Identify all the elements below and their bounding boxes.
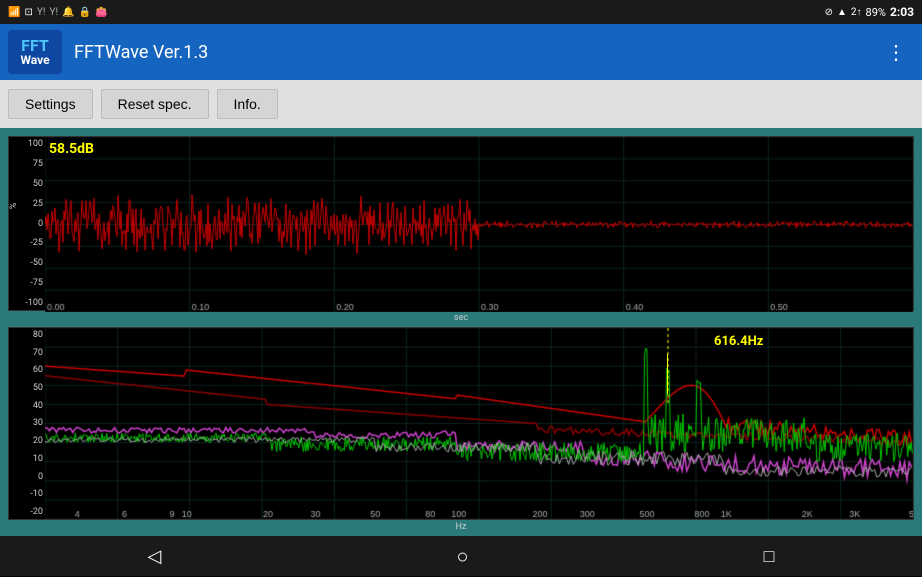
spec-y-60: 60: [33, 365, 43, 375]
wave-y-100: 100: [28, 139, 43, 149]
spec-freq-label: 616.4Hz: [714, 334, 763, 349]
menu-icon[interactable]: ⋮: [878, 32, 914, 72]
settings-button[interactable]: Settings: [8, 89, 93, 119]
signal-icon: ▲: [837, 7, 847, 18]
app-title: FFTWave Ver.1.3: [74, 42, 878, 63]
app-bar: FFT Wave FFTWave Ver.1.3 ⋮: [0, 24, 922, 80]
wave-y-n75: -75: [30, 278, 43, 288]
wave-y-axis-label: %: [9, 203, 19, 210]
spec-y-n10: -10: [30, 489, 43, 499]
wave-y-n25: -25: [30, 238, 43, 248]
spec-y-40: 40: [33, 401, 43, 411]
recent-button[interactable]: □: [724, 538, 815, 575]
spec-y-0: 0: [38, 472, 43, 482]
time-text: 2:03: [890, 5, 914, 19]
spec-x-axis-label: Hz: [4, 522, 918, 532]
charts-area: 100 75 50 25 0 -25 -50 -75 -100 % 58.5dB…: [0, 128, 922, 536]
wave-y-n100: -100: [25, 298, 43, 308]
spec-y-20: 20: [33, 436, 43, 446]
wave-y-75: 75: [33, 159, 43, 169]
back-button[interactable]: ◁: [108, 538, 202, 575]
spec-y-80: 80: [33, 330, 43, 340]
logo-wave: Wave: [20, 54, 49, 66]
app-icon3: 🔔: [62, 7, 74, 18]
status-icons-left: 📶 ⊡ Y! Y! 🔔 🔒 👛: [8, 7, 107, 18]
lte-icon: 2↑: [851, 7, 862, 18]
home-button[interactable]: ○: [416, 536, 508, 577]
app-icon2: Y!: [49, 7, 58, 18]
nav-bar: ◁ ○ □: [0, 536, 922, 576]
spec-y-70: 70: [33, 348, 43, 358]
wifi-icon: ⊡: [24, 7, 32, 18]
wave-y-0: 0: [38, 219, 43, 229]
battery-text: 89%: [866, 6, 886, 19]
toolbar: Settings Reset spec. Info.: [0, 80, 922, 128]
status-icons-right: ⊘ ▲ 2↑ 89% 2:03: [825, 5, 914, 19]
reset-spec-button[interactable]: Reset spec.: [101, 89, 209, 119]
wave-y-25: 25: [33, 199, 43, 209]
wave-chart: 100 75 50 25 0 -25 -50 -75 -100 % 58.5dB: [8, 136, 914, 311]
spec-y-30: 30: [33, 418, 43, 428]
spec-y-n20: -20: [30, 507, 43, 517]
app-icon5: 👛: [95, 7, 107, 18]
spec-y-10: 10: [33, 454, 43, 464]
wave-y-n50: -50: [30, 258, 43, 268]
status-bar: 📶 ⊡ Y! Y! 🔔 🔒 👛 ⊘ ▲ 2↑ 89% 2:03: [0, 0, 922, 24]
app-icon1: Y!: [37, 7, 46, 18]
freq-marker-line: [667, 354, 668, 394]
app-logo: FFT Wave: [8, 30, 62, 74]
block-icon: ⊘: [825, 7, 833, 18]
wave-canvas[interactable]: [45, 137, 913, 312]
wave-db-label: 58.5dB: [49, 141, 94, 157]
info-button[interactable]: Info.: [217, 89, 278, 119]
spec-chart: 80 70 60 50 40 30 20 10 0 -10 -20 616.4H…: [8, 327, 914, 520]
wave-x-axis-label: sec: [4, 313, 918, 323]
notification-icon: 📶: [8, 7, 20, 18]
spec-y-50: 50: [33, 383, 43, 393]
spec-canvas[interactable]: [45, 328, 913, 519]
wave-y-50: 50: [33, 179, 43, 189]
app-icon4: 🔒: [78, 7, 90, 18]
logo-fft: FFT: [21, 38, 49, 54]
